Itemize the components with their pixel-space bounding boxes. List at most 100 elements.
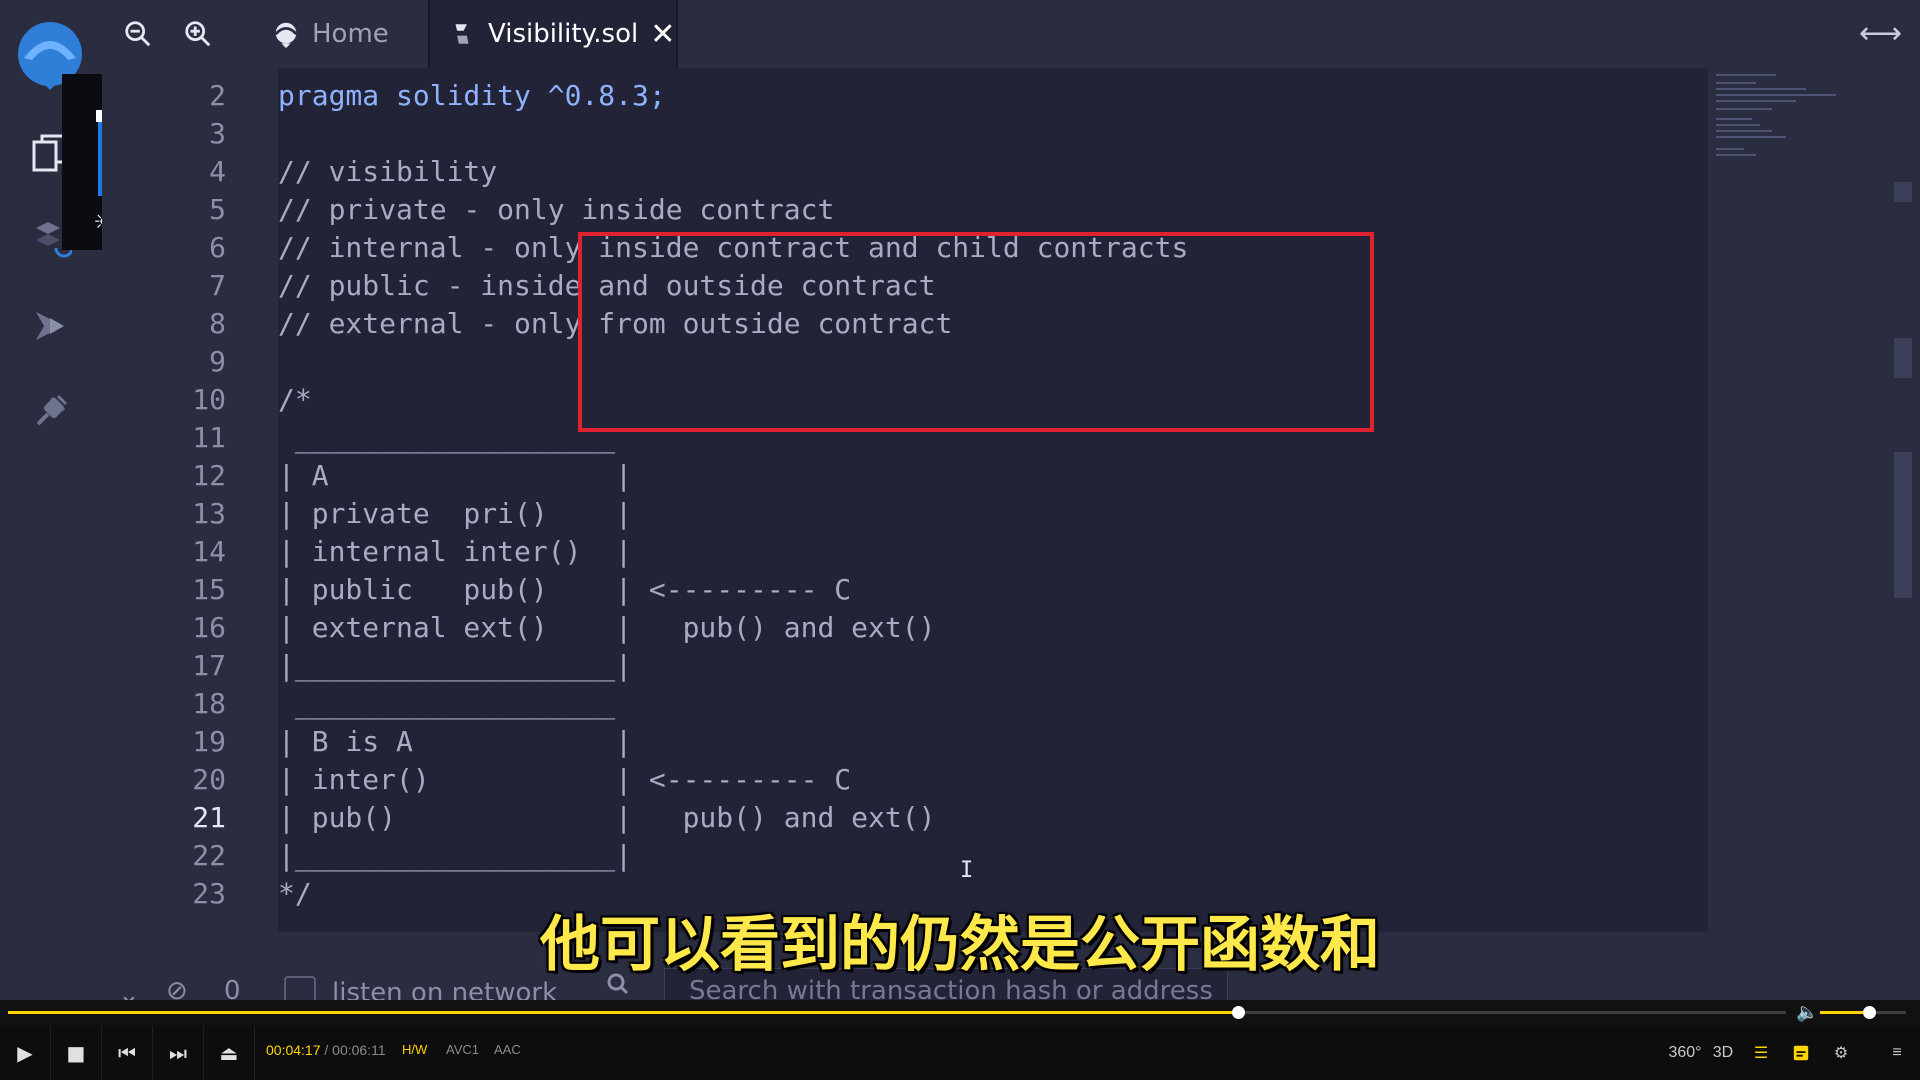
scrollbar-thumb[interactable] [1894, 182, 1912, 202]
close-icon[interactable]: ✕ [650, 17, 675, 52]
code-line[interactable]: 5 // private - only inside contract [102, 191, 1708, 229]
code-text: | B is A | [278, 725, 633, 758]
line-number: 21 [192, 801, 226, 834]
code-text: ___________________ [278, 421, 616, 454]
code-line[interactable]: 14 | internal inter() | [102, 533, 1708, 571]
line-number: 3 [209, 117, 226, 150]
line-number: 6 [209, 231, 226, 264]
code-line[interactable]: 16 | external ext() | pub() and ext() [102, 609, 1708, 647]
play-button[interactable]: ▶ [0, 1026, 51, 1080]
hw-badge: H/W [402, 1042, 428, 1057]
zoom-out-icon [125, 21, 151, 47]
line-number: 22 [192, 839, 226, 872]
highlight-box [578, 232, 1374, 432]
line-number: 20 [192, 763, 226, 796]
line-number: 14 [192, 535, 226, 568]
settings-gear-icon[interactable]: ⚙ [1822, 1026, 1860, 1080]
search-list-icon[interactable]: ☰ [1742, 1026, 1780, 1080]
seek-track[interactable] [8, 1006, 1786, 1019]
code-text: // private - only inside contract [278, 193, 835, 226]
line-number: 5 [209, 193, 226, 226]
player-controls: ▶ ■ ⏮ ⏭ ⏏ 00:04:17 / 00:06:11 H/W AVC1 A… [0, 1026, 1920, 1080]
code-text: | inter() | <--------- C [278, 763, 852, 796]
volume-handle[interactable] [1863, 1006, 1877, 1019]
zoom-out-button[interactable] [118, 14, 158, 54]
duration: 00:06:11 [332, 1042, 386, 1058]
deploy-run-icon[interactable] [22, 298, 78, 354]
code-line[interactable]: 15 | public pub() | <--------- C [102, 571, 1708, 609]
video-codec-badge: AVC1 [446, 1042, 479, 1057]
current-time: 00:04:17 [266, 1042, 321, 1058]
line-number: 10 [192, 383, 226, 416]
plugin-manager-icon[interactable] [22, 384, 78, 440]
tab-home-label: Home [312, 19, 389, 49]
line-number: 13 [192, 497, 226, 530]
tab-file-label: Visibility.sol [488, 19, 639, 49]
code-text: | public pub() | <--------- C [278, 573, 852, 606]
code-text: |___________________| [278, 839, 633, 872]
code-editor[interactable]: 2 pragma solidity ^0.8.3; 3 4// visibility 5… [102, 68, 1708, 932]
code-text: /* [278, 383, 312, 416]
minimap[interactable] [1708, 68, 1892, 932]
code-line[interactable]: 3 [102, 115, 1708, 153]
text-cursor-icon: I [960, 858, 974, 883]
eject-button[interactable]: ⏏ [204, 1026, 255, 1080]
tab-visibility-sol[interactable]: Visibility.sol ✕ [428, 0, 678, 68]
subtitle-icon[interactable] [1782, 1026, 1820, 1080]
line-number: 4 [209, 155, 226, 188]
menu-icon[interactable]: ≡ [1878, 1026, 1916, 1080]
line-number: 17 [192, 649, 226, 682]
line-number: 8 [209, 307, 226, 340]
code-text: | pub() | pub() and ext() [278, 801, 936, 834]
seek-bar[interactable]: 🔈 [0, 1000, 1920, 1026]
code-text: | external ext() | pub() and ext() [278, 611, 936, 644]
volume-icon[interactable]: 🔈 [1796, 1002, 1818, 1023]
file-sync-icon [446, 18, 478, 50]
time-display: 00:04:17 / 00:06:11 [266, 1042, 386, 1058]
vertical-scrollbar[interactable] [1892, 68, 1920, 932]
vr-360-button[interactable]: 360° [1666, 1026, 1704, 1080]
volume-level [1820, 1011, 1870, 1014]
code-text: | private pri() | [278, 497, 633, 530]
line-number: 19 [192, 725, 226, 758]
code-line[interactable]: 17 |___________________| [102, 647, 1708, 685]
seek-progress [8, 1011, 1239, 1014]
code-text: ___________________ [278, 687, 616, 720]
line-number: 15 [192, 573, 226, 606]
tab-bar: Home Visibility.sol ✕ ⟷ [102, 0, 1920, 68]
zoom-in-icon [185, 21, 211, 47]
seek-handle[interactable] [1232, 1006, 1246, 1019]
line-number: 9 [209, 345, 226, 378]
code-line[interactable]: 19 | B is A | [102, 723, 1708, 761]
line-number: 11 [192, 421, 226, 454]
code-line[interactable]: 12 | A | [102, 457, 1708, 495]
code-line[interactable]: 20 | inter() | <--------- C [102, 761, 1708, 799]
stop-button[interactable]: ■ [51, 1026, 102, 1080]
code-line[interactable]: 18 ___________________ [102, 685, 1708, 723]
audio-codec-badge: AAC [494, 1042, 521, 1057]
code-text: pragma solidity ^0.8.3; [278, 79, 666, 112]
code-text: // visibility [278, 155, 498, 188]
volume-slider[interactable] [1820, 1006, 1906, 1019]
line-number: 16 [192, 611, 226, 644]
next-button[interactable]: ⏭ [153, 1026, 204, 1080]
video-subtitle: 他可以看到的仍然是公开函数和 [540, 910, 1380, 980]
previous-button[interactable]: ⏮ [102, 1026, 153, 1080]
scrollbar-marker [1894, 452, 1912, 598]
code-text: | A | [278, 459, 633, 492]
code-line[interactable]: 4 // visibility [102, 153, 1708, 191]
line-number: 12 [192, 459, 226, 492]
code-text: | internal inter() | [278, 535, 633, 568]
line-number: 18 [192, 687, 226, 720]
code-line[interactable]: 21 | pub() | pub() and ext() [102, 799, 1708, 837]
3d-button[interactable]: 3D [1704, 1026, 1742, 1080]
line-number: 2 [209, 79, 226, 112]
tab-home[interactable]: Home [254, 0, 424, 68]
code-line[interactable]: 13 | private pri() | [102, 495, 1708, 533]
code-line[interactable]: 2 pragma solidity ^0.8.3; [102, 77, 1708, 115]
code-text: |___________________| [278, 649, 633, 682]
code-line[interactable]: 22 |___________________| [102, 837, 1708, 875]
zoom-in-button[interactable] [178, 14, 218, 54]
line-number: 7 [209, 269, 226, 302]
expand-panel-icon[interactable]: ⟷ [1859, 16, 1902, 51]
